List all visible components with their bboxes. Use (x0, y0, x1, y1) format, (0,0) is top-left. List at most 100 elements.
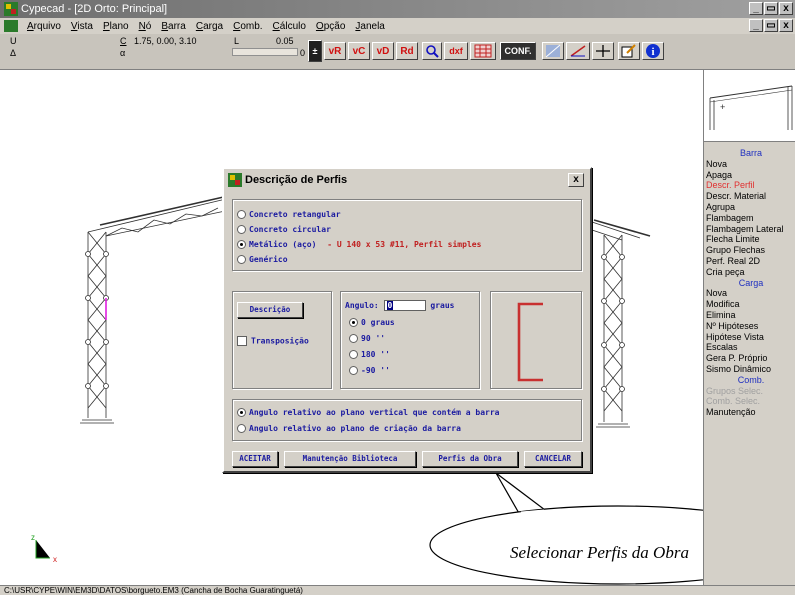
dxf-button[interactable]: dxf (444, 42, 468, 60)
profile-description-dialog: Descrição de Perfis x Concreto retangula… (222, 167, 592, 473)
stepper-icon[interactable]: ± (308, 40, 322, 62)
transposicao-checkbox[interactable]: Transposição (237, 336, 309, 346)
vc-button[interactable]: vC (348, 42, 370, 60)
crosshair-icon[interactable] (592, 42, 614, 60)
c-label: C (120, 36, 127, 46)
radio-dot[interactable] (349, 334, 358, 343)
carga-n-hipoteses[interactable]: Nº Hipóteses (704, 321, 795, 332)
carga-escalas[interactable]: Escalas (704, 342, 795, 353)
menu-no[interactable]: Nó (134, 21, 157, 32)
radio-dot-selected[interactable] (237, 408, 246, 417)
radio-angle-90[interactable]: 90 '' (349, 334, 385, 343)
vr-button[interactable]: vR (324, 42, 346, 60)
doc-restore-button[interactable]: ▭ (764, 19, 778, 32)
radio-dot[interactable] (237, 225, 246, 234)
carga-sismo-dinamico[interactable]: Sismo Dinâmico (704, 364, 795, 375)
carga-nova[interactable]: Nova (704, 288, 795, 299)
radio-dot-selected[interactable] (237, 240, 246, 249)
radio-dot[interactable] (237, 424, 246, 433)
x-axis-label: x (53, 555, 57, 564)
document-icon[interactable] (4, 20, 18, 32)
radio-metalico[interactable]: Metálico (aço) - U 140 x 53 #11, Perfil … (237, 240, 481, 249)
vd-button[interactable]: vD (372, 42, 394, 60)
document-window-controls: _ ▭ x (749, 19, 793, 32)
carga-gera-p-proprio[interactable]: Gera P. Próprio (704, 353, 795, 364)
radio-dot-selected[interactable] (349, 318, 358, 327)
radio-generico[interactable]: Genérico (237, 255, 288, 264)
l-label: L (234, 36, 240, 46)
svg-text:+: + (720, 102, 725, 112)
barra-perf-real-2d[interactable]: Perf. Real 2D (704, 256, 795, 267)
radio-dot[interactable] (237, 255, 246, 264)
restore-button[interactable]: ▭ (764, 2, 778, 15)
cancelar-button[interactable]: CANCELAR (524, 451, 582, 467)
menu-arquivo[interactable]: Arquivo (22, 21, 66, 32)
angle-input[interactable]: 0 (383, 300, 426, 311)
manutencao-biblioteca-button[interactable]: Manutenção Biblioteca (284, 451, 416, 467)
dialog-title-bar[interactable]: Descrição de Perfis x (224, 169, 590, 191)
menu-carga[interactable]: Carga (191, 21, 228, 32)
dialog-app-icon (228, 173, 242, 187)
rd-button[interactable]: Rd (396, 42, 418, 60)
menu-vista[interactable]: Vista (66, 21, 98, 32)
radio-angle-minus90[interactable]: -90 '' (349, 366, 390, 375)
material-icon[interactable] (542, 42, 564, 60)
radio-angle-vertical-plane[interactable]: Angulo relativo ao plano vertical que co… (237, 408, 499, 417)
barra-flambagem-lateral[interactable]: Flambagem Lateral (704, 224, 795, 235)
comb-grupos-selec: Grupos Selec. (706, 385, 764, 396)
title-bar: Cypecad - [2D Orto: Principal] _ ▭ x (0, 0, 795, 18)
radio-dot[interactable] (237, 210, 246, 219)
scale-icon[interactable] (566, 42, 590, 60)
perfis-da-obra-button[interactable]: Perfis da Obra (422, 451, 518, 467)
angle-group: Angulo: 0 graus 0 graus 90 '' 180 '' -90… (340, 291, 480, 389)
doc-close-button[interactable]: x (779, 19, 793, 32)
minimize-button[interactable]: _ (749, 2, 763, 15)
window-title: Cypecad - [2D Orto: Principal] (21, 3, 168, 15)
svg-text:i: i (651, 46, 654, 58)
barra-apaga[interactable]: Apaga (704, 170, 795, 181)
aceitar-button[interactable]: ACEITAR (232, 451, 278, 467)
radio-angle-180[interactable]: 180 '' (349, 350, 390, 359)
radio-angle-0[interactable]: 0 graus (349, 318, 395, 327)
radio-concreto-circular[interactable]: Concreto circular (237, 225, 331, 234)
close-window-button[interactable]: x (779, 2, 793, 15)
barra-nova[interactable]: Nova (704, 159, 795, 170)
checkbox-box[interactable] (237, 336, 247, 346)
barra-descr-perfil[interactable]: Descr. Perfil (704, 180, 795, 191)
info-icon[interactable]: i (642, 42, 664, 60)
radio-angle-creation-plane[interactable]: Angulo relativo ao plano de criação da b… (237, 424, 461, 433)
menu-comb[interactable]: Comb. (228, 21, 267, 32)
barra-descr-material[interactable]: Descr. Material (704, 191, 795, 202)
carga-hipotese-vista[interactable]: Hipótese Vista (704, 332, 795, 343)
zoom-icon[interactable] (422, 42, 442, 60)
u-label: U (10, 36, 17, 46)
right-command-panel: + Barra Nova Apaga Descr. Perfil Descr. … (703, 70, 795, 585)
barra-flambagem[interactable]: Flambagem (704, 213, 795, 224)
menu-plano[interactable]: Plano (98, 21, 134, 32)
conf-button[interactable]: CONF. (500, 42, 536, 60)
delta-label: Δ (10, 48, 17, 58)
descricao-button[interactable]: Descrição (237, 302, 303, 318)
barra-agrupa[interactable]: Agrupa (704, 202, 795, 213)
barra-cria-peca[interactable]: Cria peça (704, 267, 795, 278)
menu-janela[interactable]: Janela (350, 21, 389, 32)
dialog-close-button[interactable]: x (568, 173, 584, 187)
menu-barra[interactable]: Barra (156, 21, 190, 32)
doc-minimize-button[interactable]: _ (749, 19, 763, 32)
comb-manutencao[interactable]: Manutenção (704, 407, 795, 418)
carga-modifica[interactable]: Modifica (704, 299, 795, 310)
menu-opcao[interactable]: Opção (311, 21, 350, 32)
angle-reference-group: Angulo relativo ao plano vertical que co… (232, 399, 582, 441)
barra-grupo-flechas[interactable]: Grupo Flechas (704, 245, 795, 256)
radio-concreto-retangular[interactable]: Concreto retangular (237, 210, 341, 219)
menu-calculo[interactable]: Cálculo (268, 21, 311, 32)
barra-flecha-limite[interactable]: Flecha Limite (704, 234, 795, 245)
bar-preview: + (704, 70, 795, 142)
edit-icon[interactable] (618, 42, 640, 60)
grid-icon[interactable] (470, 42, 496, 60)
carga-elimina[interactable]: Elimina (704, 310, 795, 321)
length-slider[interactable] (232, 48, 298, 56)
radio-dot[interactable] (349, 350, 358, 359)
channel-profile-icon (517, 302, 543, 382)
radio-dot[interactable] (349, 366, 358, 375)
